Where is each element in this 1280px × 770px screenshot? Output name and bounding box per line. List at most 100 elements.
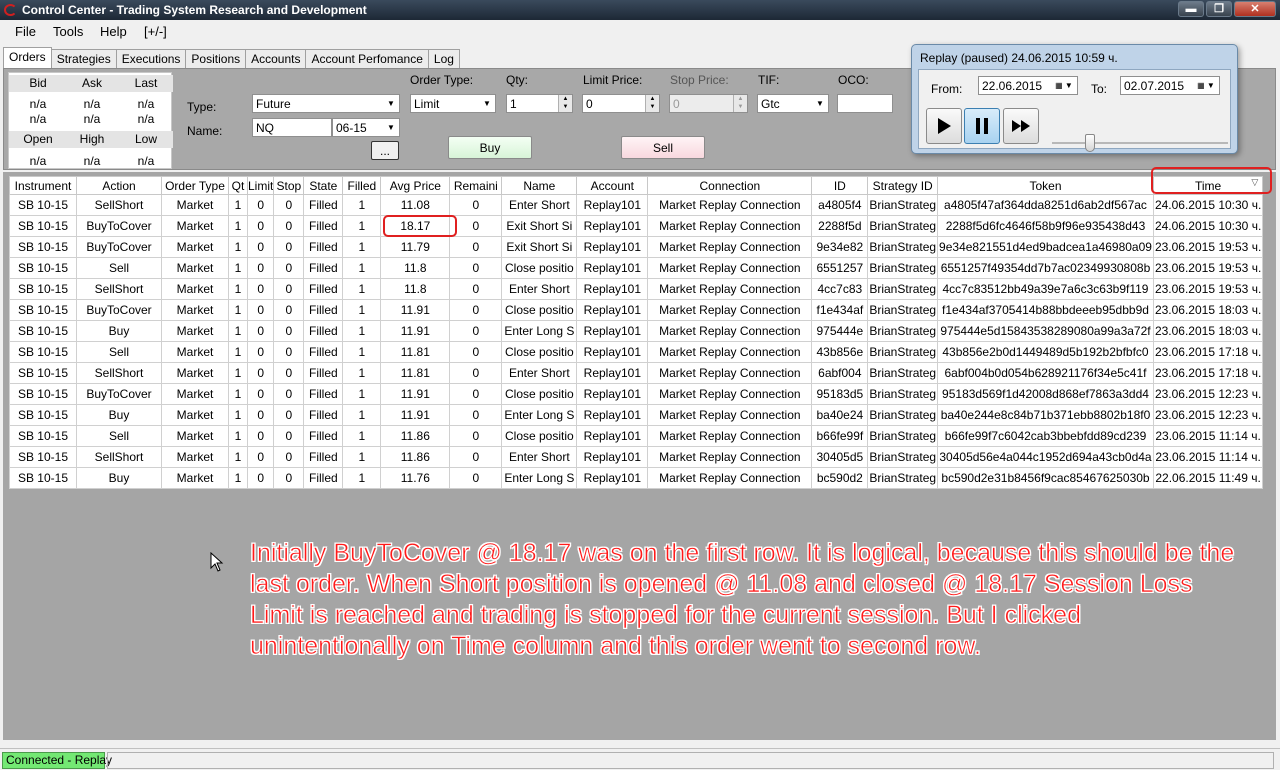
calendar-icon[interactable]: ▦ ▼ [1051, 77, 1077, 94]
column-header[interactable]: Avg Price [380, 176, 451, 195]
play-icon [938, 118, 951, 134]
status-panel [107, 752, 1274, 769]
name-input[interactable]: NQ [252, 118, 332, 137]
tab-account-performance[interactable]: Account Perfomance [305, 49, 429, 69]
expiry-select[interactable]: 06-15 ▼ [332, 118, 400, 137]
column-header[interactable]: Token [937, 176, 1154, 195]
column-header[interactable]: ID [811, 176, 869, 195]
table-row[interactable]: SB 10-15 Buy Market 1 0 0 Filled 1 11.91 0 Enter L… [9, 320, 1264, 342]
stop-price-label: Stop Price: [670, 73, 729, 87]
column-header[interactable]: Limit [246, 176, 275, 195]
table-cell: Market [161, 383, 229, 405]
play-button[interactable] [926, 108, 962, 144]
table-row[interactable]: SB 10-15 BuyToCover Market 1 0 0 Filled 1 11.79 0… [9, 236, 1264, 258]
to-date-picker[interactable]: 02.07.2015 ▦ ▼ [1120, 76, 1220, 95]
table-cell: 11.86 [380, 425, 451, 447]
menu-help[interactable]: Help [100, 24, 127, 39]
table-cell: BrianStrateg [867, 467, 939, 489]
column-header[interactable]: Name [501, 176, 578, 195]
tab-accounts[interactable]: Accounts [245, 49, 307, 69]
tab-positions[interactable]: Positions [185, 49, 247, 69]
buy-button[interactable]: Buy [448, 136, 532, 159]
table-cell: BuyToCover [76, 383, 162, 405]
table-row[interactable]: SB 10-15 SellShort Market 1 0 0 Filled 1 11.8 0 En… [9, 278, 1264, 300]
column-header[interactable]: Action [76, 176, 162, 195]
table-cell: 11.79 [380, 236, 451, 258]
table-row[interactable]: SB 10-15 BuyToCover Market 1 0 0 Filled 1 11.91 0… [9, 299, 1264, 321]
spinner-icon[interactable]: ▲ ▼ [558, 95, 572, 112]
qty-stepper[interactable]: 1 ▲ ▼ [506, 94, 573, 113]
column-header[interactable]: Qt [228, 176, 248, 195]
column-header[interactable]: Instrument [9, 176, 77, 195]
table-cell: 0 [273, 215, 305, 237]
column-header[interactable]: Remaini [449, 176, 503, 195]
column-header[interactable]: Connection [647, 176, 813, 195]
minimize-icon[interactable]: ▬ [1178, 1, 1204, 17]
tab-log[interactable]: Log [427, 49, 460, 69]
table-cell: Filled [303, 278, 344, 300]
table-row[interactable]: SB 10-15 Sell Market 1 0 0 Filled 1 11.81 0 Close … [9, 341, 1264, 363]
table-row[interactable]: SB 10-15 BuyToCover Market 1 0 0 Filled 1 11.91 0… [9, 383, 1264, 405]
table-row[interactable]: SB 10-15 Sell Market 1 0 0 Filled 1 11.8 0 Close p… [9, 257, 1264, 279]
table-row[interactable]: SB 10-15 SellShort Market 1 0 0 Filled 1 11.86 0 E… [9, 446, 1264, 468]
column-header[interactable]: Order Type [161, 176, 229, 195]
table-row[interactable]: SB 10-15 BuyToCover Market 1 0 0 Filled 1 18.17 0… [9, 215, 1264, 237]
table-cell: 0 [246, 215, 275, 237]
maximize-icon[interactable]: ❐ [1206, 1, 1232, 17]
menu-tools[interactable]: Tools [53, 24, 83, 39]
table-cell: BrianStrateg [867, 278, 939, 300]
column-header[interactable]: Account [576, 176, 649, 195]
bid-value-2: n/a [29, 112, 47, 126]
table-cell: Replay101 [576, 425, 649, 447]
tab-orders[interactable]: Orders [3, 47, 52, 69]
column-header[interactable]: Strategy ID [867, 176, 939, 195]
tab-strategies[interactable]: Strategies [50, 49, 117, 69]
type-select[interactable]: Future ▼ [252, 94, 400, 113]
oco-input[interactable] [837, 94, 893, 113]
table-cell: BrianStrateg [867, 257, 939, 279]
low-value: n/a [137, 154, 155, 168]
table-row[interactable]: SB 10-15 Sell Market 1 0 0 Filled 1 11.86 0 Close … [9, 425, 1264, 447]
table-cell: BrianStrateg [867, 404, 939, 426]
table-cell: Filled [303, 236, 344, 258]
table-cell: Replay101 [576, 236, 649, 258]
table-cell: 23.06.2015 18:03 ч. [1152, 320, 1264, 342]
speed-slider-track[interactable] [1052, 142, 1228, 144]
pause-button[interactable] [964, 108, 1000, 144]
spinner-icon[interactable]: ▲ ▼ [645, 95, 659, 112]
browse-button[interactable]: ... [371, 141, 399, 160]
table-row[interactable]: SB 10-15 Buy Market 1 0 0 Filled 1 11.91 0 Enter L… [9, 404, 1264, 426]
menu-toggle[interactable]: [+/-] [144, 24, 167, 39]
table-row[interactable]: SB 10-15 Buy Market 1 0 0 Filled 1 11.76 0 Enter L… [9, 467, 1264, 489]
table-cell: 11.91 [380, 299, 451, 321]
menu-file[interactable]: File [15, 24, 36, 39]
order-type-select[interactable]: Limit ▼ [410, 94, 496, 113]
table-cell: 22.06.2015 11:49 ч. [1152, 467, 1264, 489]
table-cell: 9e34e821551d4ed9badcea1a46980a09 [937, 236, 1154, 258]
close-icon[interactable]: ✕ [1234, 1, 1276, 17]
limit-price-stepper[interactable]: 0 ▲ ▼ [582, 94, 660, 113]
table-cell: b66fe99f7c6042cab3bbebfdd89cd239 [937, 425, 1154, 447]
stop-price-stepper[interactable]: 0 ▲ ▼ [669, 94, 748, 113]
limit-price-label: Limit Price: [583, 73, 643, 87]
column-header[interactable]: State [303, 176, 344, 195]
speed-slider-thumb[interactable] [1085, 134, 1095, 152]
calendar-icon[interactable]: ▦ ▼ [1193, 77, 1219, 94]
stop-price-value: 0 [673, 97, 680, 111]
column-header[interactable]: Stop [273, 176, 305, 195]
sell-button[interactable]: Sell [621, 136, 705, 159]
table-cell: Replay101 [576, 362, 649, 384]
table-row[interactable]: SB 10-15 SellShort Market 1 0 0 Filled 1 11.81 0 E… [9, 362, 1264, 384]
table-cell: Filled [303, 362, 344, 384]
table-cell: 1 [228, 320, 248, 342]
tif-select[interactable]: Gtc ▼ [757, 94, 829, 113]
table-cell: 0 [273, 257, 305, 279]
column-header[interactable]: Filled [342, 176, 382, 195]
table-cell: bc590d2 [811, 467, 869, 489]
table-row[interactable]: SB 10-15 SellShort Market 1 0 0 Filled 1 11.08 0 E… [9, 194, 1264, 216]
table-cell: 11.86 [380, 446, 451, 468]
fast-forward-button[interactable] [1003, 108, 1039, 144]
from-date-picker[interactable]: 22.06.2015 ▦ ▼ [978, 76, 1078, 95]
tab-executions[interactable]: Executions [115, 49, 187, 69]
spinner-icon[interactable]: ▲ ▼ [733, 95, 747, 112]
